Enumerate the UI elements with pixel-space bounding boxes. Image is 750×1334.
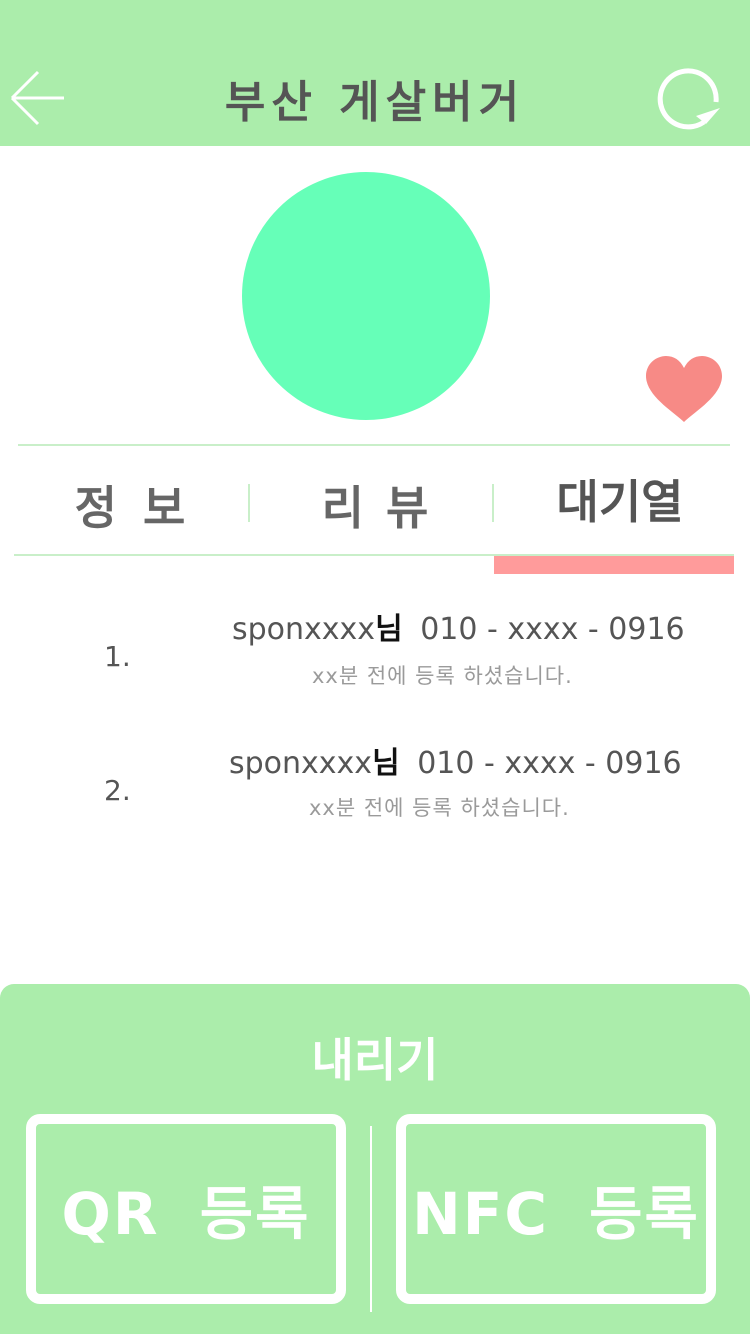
tab-queue[interactable]: 대기열 — [540, 464, 700, 534]
nfc-register-button[interactable]: NFC 등록 — [396, 1114, 716, 1304]
queue-list-item: 2. sponxxxx님 010 - xxxx - 0916 xx분 전에 등록… — [0, 0, 750, 820]
queue-note: xx분 전에 등록 하셨습니다. — [312, 664, 573, 688]
queue-entry-main: sponxxxx님 010 - xxxx - 0916 — [232, 604, 685, 648]
queue-user-name: sponxxxx — [229, 746, 373, 781]
pull-down-button[interactable]: 내리기 — [0, 1024, 750, 1090]
queue-note: xx분 전에 등록 하셨습니다. — [309, 796, 570, 820]
tab-review[interactable]: 리뷰 — [290, 470, 460, 540]
queue-phone: 010 - xxxx - 0916 — [417, 746, 682, 781]
queue-user-suffix: 님 — [372, 746, 400, 781]
queue-number: 2. — [104, 774, 131, 807]
queue-entry-main: sponxxxx님 010 - xxxx - 0916 — [229, 738, 682, 782]
tab-separator — [248, 484, 250, 522]
qr-register-button[interactable]: QR 등록 — [26, 1114, 346, 1304]
queue-number: 1. — [104, 640, 131, 673]
tabs-divider-top — [18, 444, 730, 446]
queue-user-name: sponxxxx — [232, 612, 376, 647]
store-avatar — [242, 172, 490, 420]
tab-separator — [492, 484, 494, 522]
waiting-queue-screen: 부산 게살버거 정보 리뷰 대기열 1. sponxxxx님 010 - xxx… — [0, 0, 750, 1334]
active-tab-indicator — [494, 556, 734, 574]
queue-phone: 010 - xxxx - 0916 — [420, 612, 685, 647]
favorite-button[interactable] — [644, 354, 724, 424]
heart-icon — [646, 356, 722, 422]
tab-info[interactable]: 정보 — [40, 470, 220, 540]
queue-user-suffix: 님 — [375, 612, 403, 647]
bottom-divider — [370, 1126, 372, 1312]
